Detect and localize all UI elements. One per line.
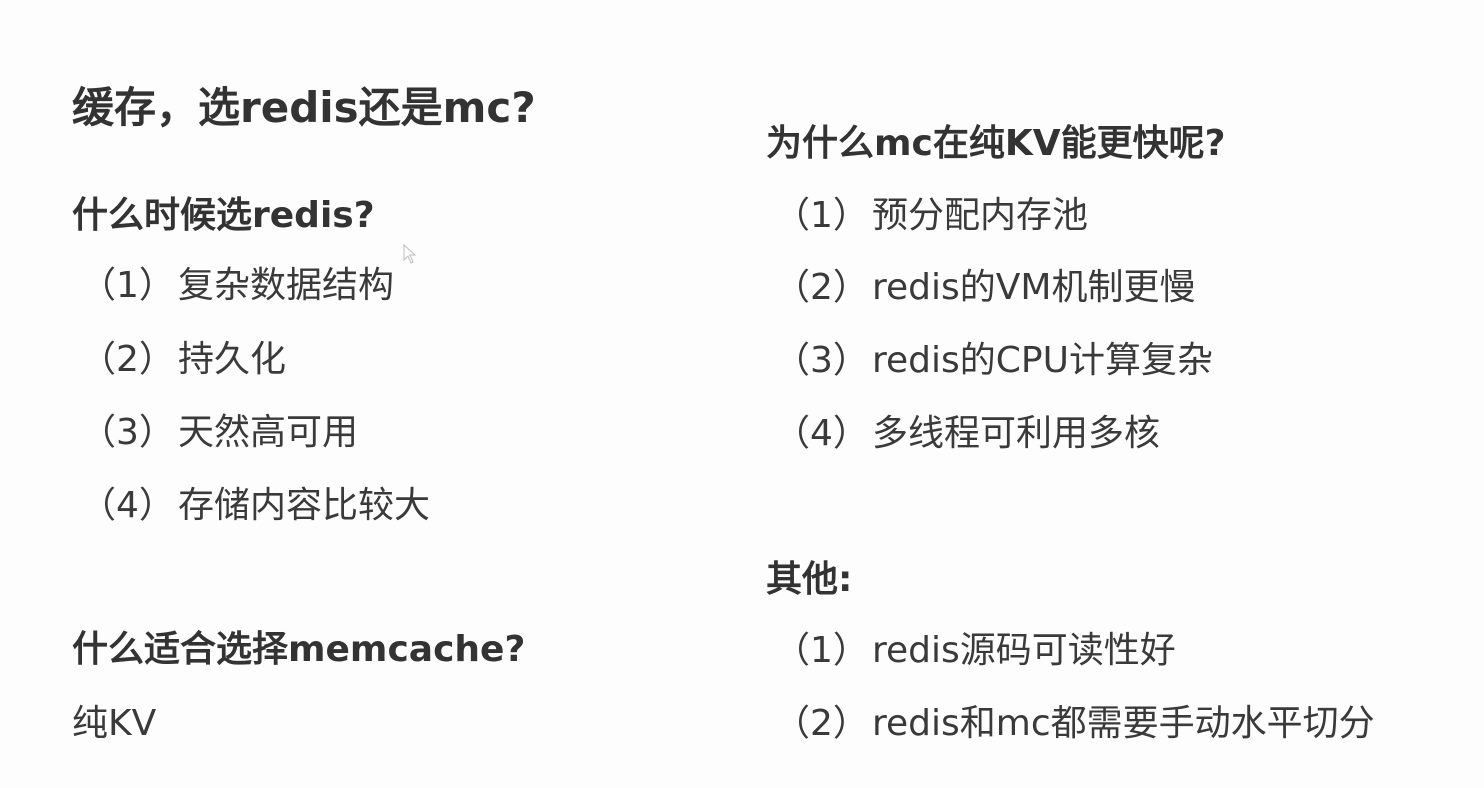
item-text: redis和mc都需要手动水平切分 bbox=[872, 703, 1375, 744]
item-number: （4） bbox=[774, 413, 869, 454]
item-text: 预分配内存池 bbox=[872, 195, 1089, 236]
list-item: （1）复杂数据结构 bbox=[80, 256, 394, 308]
list-item: （4）多线程可利用多核 bbox=[774, 404, 1160, 456]
item-number: （1） bbox=[774, 630, 869, 671]
item-number: （4） bbox=[80, 485, 175, 526]
list-item: （3）天然高可用 bbox=[80, 403, 358, 455]
item-number: （1） bbox=[774, 195, 869, 236]
list-item: （2）持久化 bbox=[80, 330, 286, 382]
mouse-pointer-icon bbox=[403, 244, 417, 264]
item-number: （3） bbox=[80, 412, 175, 453]
memcache-heading: 什么适合选择memcache? bbox=[72, 629, 526, 670]
memcache-answer: 纯KV bbox=[72, 703, 157, 744]
list-item: （2）redis和mc都需要手动水平切分 bbox=[774, 694, 1375, 746]
slide: 缓存，选redis还是mc? 什么时候选redis? （1）复杂数据结构 （2）… bbox=[0, 0, 1484, 788]
item-number: （2） bbox=[80, 339, 175, 380]
redis-heading: 什么时候选redis? bbox=[72, 195, 375, 236]
list-item: （1）预分配内存池 bbox=[774, 186, 1088, 238]
list-item: （1）redis源码可读性好 bbox=[774, 621, 1176, 673]
item-text: 存储内容比较大 bbox=[178, 485, 431, 526]
item-text: 复杂数据结构 bbox=[178, 265, 395, 306]
list-item: （2）redis的VM机制更慢 bbox=[774, 258, 1195, 310]
item-text: redis的VM机制更慢 bbox=[872, 267, 1196, 308]
item-number: （2） bbox=[774, 267, 869, 308]
item-text: 天然高可用 bbox=[178, 412, 359, 453]
item-number: （1） bbox=[80, 265, 175, 306]
item-number: （3） bbox=[774, 340, 869, 381]
item-text: redis源码可读性好 bbox=[872, 630, 1176, 671]
why-heading: 为什么mc在纯KV能更快呢? bbox=[766, 123, 1226, 164]
page-title: 缓存，选redis还是mc? bbox=[72, 83, 536, 132]
item-text: 多线程可利用多核 bbox=[872, 413, 1161, 454]
item-text: redis的CPU计算复杂 bbox=[872, 340, 1213, 381]
item-number: （2） bbox=[774, 703, 869, 744]
item-text: 持久化 bbox=[178, 339, 287, 380]
other-heading: 其他: bbox=[766, 559, 853, 600]
list-item: （3）redis的CPU计算复杂 bbox=[774, 331, 1213, 383]
list-item: （4）存储内容比较大 bbox=[80, 476, 430, 528]
